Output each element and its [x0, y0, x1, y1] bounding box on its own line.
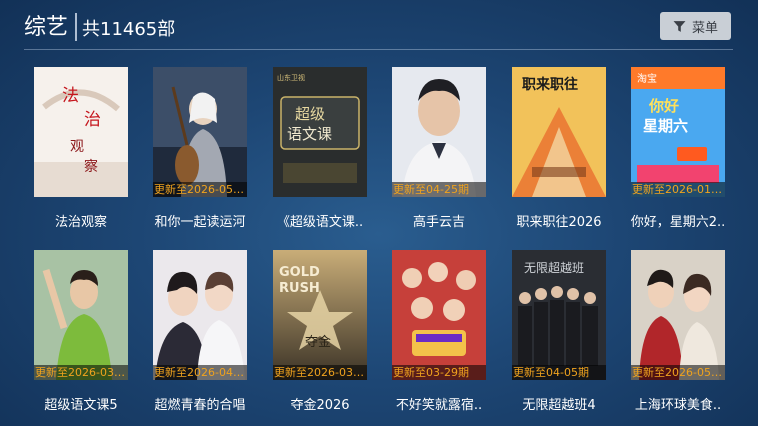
menu-button-label: 菜单	[691, 20, 718, 36]
update-badge: 更新至03-29期	[392, 365, 486, 380]
poster-image[interactable]: 更新至2026-03-2..	[34, 250, 128, 380]
update-badge: 更新至2026-01-2..	[631, 182, 725, 197]
poster-image[interactable]: 职来职往	[512, 67, 606, 197]
svg-text:你好: 你好	[648, 97, 679, 115]
svg-text:山东卫视: 山东卫视	[277, 73, 305, 82]
card-title: 《超级语文课..	[276, 215, 364, 230]
svg-text:夺金: 夺金	[305, 334, 331, 350]
poster-art	[392, 250, 486, 380]
poster-art: GOLD RUSH 夺金	[273, 250, 367, 380]
header-rule	[24, 49, 733, 50]
card-title: 超燃青春的合唱	[154, 398, 246, 413]
poster-art	[34, 250, 128, 380]
svg-text:淘宝: 淘宝	[637, 72, 657, 85]
video-card[interactable]: 无限超越班 更新至04-05期 无限超越班4	[512, 250, 606, 413]
poster-art: 超级 语文课 山东卫视	[273, 67, 367, 197]
video-card[interactable]: 更新至2026-04-2.. 超燃青春的合唱	[153, 250, 247, 413]
card-title: 你好，星期六2..	[630, 215, 726, 230]
svg-text:察: 察	[84, 158, 98, 175]
poster-image[interactable]: 更新至2026-05-0..	[153, 67, 247, 197]
poster-image[interactable]: 更新至2026-04-2..	[153, 250, 247, 380]
update-badge: 更新至04-25期	[392, 182, 486, 197]
menu-button[interactable]: 菜单	[660, 12, 731, 40]
card-title: 上海环球美食..	[634, 398, 722, 413]
video-card[interactable]: 更新至2026-05-0.. 和你一起读运河	[153, 67, 247, 230]
update-badge: 更新至04-05期	[512, 365, 606, 380]
card-title: 法治观察	[54, 215, 107, 230]
card-title: 和你一起读运河	[154, 215, 246, 230]
video-card[interactable]: 超级 语文课 山东卫视 《超级语文课..	[273, 67, 367, 230]
header: 综艺 共11465部 菜单	[0, 0, 758, 50]
video-card[interactable]: 法 治 观 察 法治观察	[34, 67, 128, 230]
update-badge: 更新至2026-03-2..	[34, 365, 128, 380]
card-title: 夺金2026	[290, 398, 350, 413]
poster-art	[631, 250, 725, 380]
card-title: 不好笑就露宿..	[395, 398, 483, 413]
poster-image[interactable]: 淘宝 你好 星期六 更新至2026-01-2..	[631, 67, 725, 197]
svg-text:职来职往: 职来职往	[522, 76, 578, 93]
svg-text:法: 法	[62, 86, 79, 106]
poster-image[interactable]: 更新至2026-05-0..	[631, 250, 725, 380]
poster-image[interactable]: 无限超越班 更新至04-05期	[512, 250, 606, 380]
poster-image[interactable]: GOLD RUSH 夺金 更新至2026-03-0..	[273, 250, 367, 380]
category-title: 综艺	[24, 15, 69, 40]
svg-text:星期六: 星期六	[643, 117, 688, 135]
svg-text:治: 治	[84, 110, 101, 130]
card-title: 职来职往2026	[516, 215, 602, 230]
svg-text:语文课: 语文课	[287, 125, 332, 143]
svg-text:超级: 超级	[295, 105, 325, 123]
poster-image[interactable]: 超级 语文课 山东卫视	[273, 67, 367, 197]
card-title: 超级语文课5	[44, 398, 118, 413]
filter-icon	[673, 20, 686, 32]
video-card[interactable]: 职来职往 职来职往2026	[512, 67, 606, 230]
poster-art: 无限超越班	[512, 250, 606, 380]
video-card[interactable]: 更新至03-29期 不好笑就露宿..	[392, 250, 486, 413]
svg-text:观: 观	[70, 139, 84, 155]
poster-art: 淘宝 你好 星期六	[631, 67, 725, 197]
item-count: 共11465部	[82, 19, 176, 40]
svg-text:RUSH: RUSH	[279, 281, 320, 296]
poster-art: 法 治 观 察	[34, 67, 128, 197]
svg-text:无限超越班: 无限超越班	[524, 260, 584, 275]
poster-art: 职来职往	[512, 67, 606, 197]
update-badge: 更新至2026-05-0..	[153, 182, 247, 197]
update-badge: 更新至2026-05-0..	[631, 365, 725, 380]
svg-text:GOLD: GOLD	[279, 265, 320, 280]
video-card[interactable]: GOLD RUSH 夺金 更新至2026-03-0.. 夺金2026	[273, 250, 367, 413]
update-badge: 更新至2026-03-0..	[273, 365, 367, 380]
poster-art	[153, 67, 247, 197]
poster-image[interactable]: 法 治 观 察	[34, 67, 128, 197]
card-title: 无限超越班4	[522, 398, 596, 413]
poster-art	[153, 250, 247, 380]
video-card[interactable]: 更新至2026-03-2.. 超级语文课5	[34, 250, 128, 413]
poster-image[interactable]: 更新至04-25期	[392, 67, 486, 197]
video-card[interactable]: 更新至2026-05-0.. 上海环球美食..	[631, 250, 725, 413]
update-badge: 更新至2026-04-2..	[153, 365, 247, 380]
card-title: 高手云吉	[412, 215, 465, 230]
video-card[interactable]: 更新至04-25期 高手云吉	[392, 67, 486, 230]
video-card[interactable]: 淘宝 你好 星期六 更新至2026-01-2.. 你好，星期六2..	[631, 67, 725, 230]
poster-image[interactable]: 更新至03-29期	[392, 250, 486, 380]
poster-art	[392, 67, 486, 197]
title-divider	[75, 13, 77, 41]
